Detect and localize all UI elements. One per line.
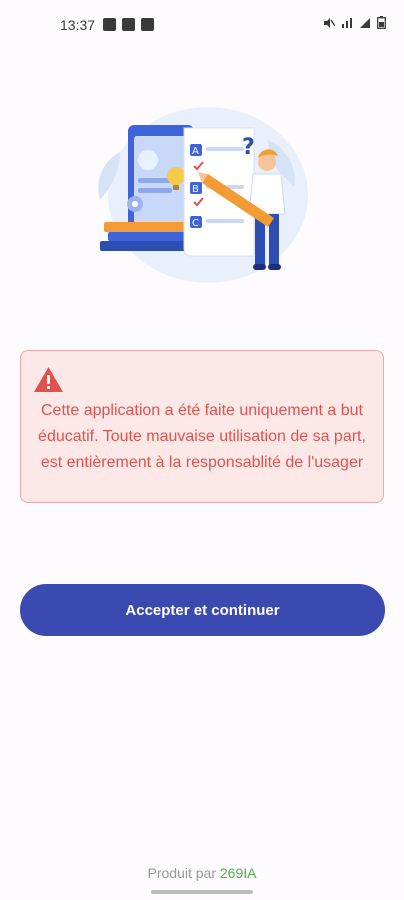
footer-brand: 269IA	[219, 865, 257, 881]
warning-icon	[34, 367, 63, 392]
mute-icon	[324, 17, 335, 28]
accept-continue-button[interactable]: Accepter et continuer	[20, 584, 385, 636]
status-time: 13:37	[60, 17, 96, 33]
footer-credit: Produit par 269IA	[0, 865, 404, 881]
svg-text:B: B	[192, 184, 199, 195]
svg-text:A: A	[192, 146, 199, 157]
warning-box: Cette application a été faite uniquement…	[20, 350, 384, 503]
svg-text:C: C	[192, 218, 199, 229]
status-bar: 13:37	[0, 0, 404, 50]
warning-message: Cette application a été faite uniquement…	[38, 402, 366, 471]
gesture-handle[interactable]	[151, 890, 253, 894]
image-icon	[103, 18, 116, 31]
check-box-icon	[122, 18, 135, 31]
svg-text:?: ?	[242, 135, 255, 160]
footer-prefix: Produit par	[147, 865, 216, 881]
education-quiz-illustration: A B C ?	[98, 107, 308, 283]
message-icon	[141, 18, 154, 31]
signal-4g-icon	[342, 17, 352, 28]
signal-icon	[360, 17, 370, 28]
battery-icon	[377, 16, 386, 29]
